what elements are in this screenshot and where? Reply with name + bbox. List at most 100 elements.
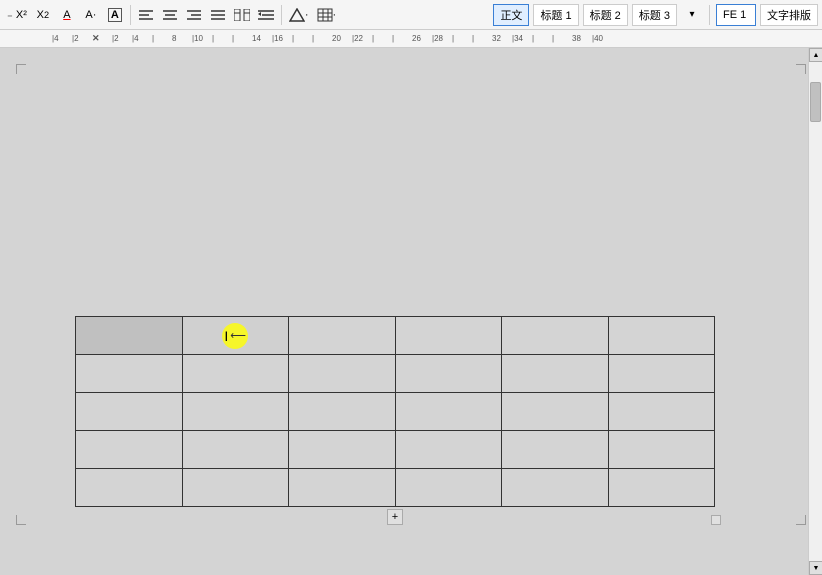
border-shading-btn[interactable]: · (286, 4, 312, 26)
align-center-btn[interactable] (159, 4, 181, 26)
add-row-icon[interactable]: + (387, 509, 403, 525)
table-cell-r5c2[interactable] (182, 469, 289, 507)
table-cell-r5c3[interactable] (289, 469, 396, 507)
table-cell-r5c5[interactable] (502, 469, 609, 507)
table-cell-r2c4[interactable] (395, 355, 502, 393)
table-cell-r4c2[interactable] (182, 431, 289, 469)
table-cell-r4c3[interactable] (289, 431, 396, 469)
vertical-scrollbar[interactable]: ▲ ▼ (808, 48, 822, 575)
table-cell-r3c5[interactable] (502, 393, 609, 431)
corner-top-left (16, 64, 26, 74)
ruler-mark: ✕ (92, 33, 100, 44)
ruler-mark: | (152, 34, 154, 43)
ruler-mark: |4 (52, 34, 59, 43)
table-cell-r1c5[interactable] (502, 317, 609, 355)
scrollbar-thumb[interactable] (810, 82, 821, 122)
ruler-mark: |2 (112, 34, 119, 43)
table-cell-r1c4[interactable] (395, 317, 502, 355)
style-biaoti3[interactable]: 标题 3 (632, 4, 677, 26)
ruler-mark: 8 (172, 34, 176, 43)
style-zhengwen[interactable]: 正文 (493, 4, 529, 26)
table-resize-handle[interactable] (711, 515, 721, 525)
table-cell-r2c1[interactable] (76, 355, 183, 393)
table-cell-r5c1[interactable] (76, 469, 183, 507)
columns-btn[interactable] (231, 4, 253, 26)
ruler-mark: |34 (512, 34, 523, 43)
table-cell-r1c6[interactable] (608, 317, 715, 355)
scrollbar-up-btn[interactable]: ▲ (809, 48, 822, 62)
table-cell-r2c3[interactable] (289, 355, 396, 393)
style-biaoti1[interactable]: 标题 1 (533, 4, 578, 26)
ruler-mark: | (292, 34, 294, 43)
ruler-mark: |2 (72, 34, 79, 43)
table-row (76, 431, 715, 469)
corner-top-right (796, 64, 806, 74)
corner-bottom-left (16, 515, 26, 525)
ruler-marks: |4 |2 ✕ |2 |4 | 8 |10 | | 14 |16 | | 20 … (0, 30, 822, 47)
style-biaoti2[interactable]: 标题 2 (583, 4, 628, 26)
table-cell-r4c6[interactable] (608, 431, 715, 469)
wenzi-paiban-btn[interactable]: 文字排版 (760, 4, 818, 26)
font-color-btn[interactable]: A (56, 4, 78, 26)
table-cell-r3c4[interactable] (395, 393, 502, 431)
ruler-mark: | (532, 34, 534, 43)
table-cell-r2c6[interactable] (608, 355, 715, 393)
table-cell-r4c1[interactable] (76, 431, 183, 469)
ruler-mark: 20 (332, 34, 341, 43)
scrollbar-track (809, 62, 822, 561)
ruler-mark: | (472, 34, 474, 43)
table-row (76, 355, 715, 393)
scrollbar-down-btn[interactable]: ▼ (809, 561, 822, 575)
ruler-mark: 14 (252, 34, 261, 43)
table-cell-r3c2[interactable] (182, 393, 289, 431)
highlight-btn[interactable]: A· (80, 4, 102, 26)
divider3 (709, 5, 710, 25)
align-left-btn[interactable] (135, 4, 157, 26)
table-container: I ⟵ (75, 316, 715, 507)
text-effect-btn[interactable]: A (104, 4, 126, 26)
table-cell-r5c4[interactable] (395, 469, 502, 507)
subscript-superscript-btn[interactable]: ₋ X² (4, 4, 30, 26)
style-dropdown-btn[interactable]: ▾ (681, 4, 703, 26)
document-area: · I ⟵ (0, 48, 822, 575)
cursor-indicator: I ⟵ (219, 325, 251, 347)
table-cell-r5c6[interactable] (608, 469, 715, 507)
ruler-mark: |10 (192, 34, 203, 43)
ruler-mark: | (312, 34, 314, 43)
indent-btn[interactable] (255, 4, 277, 26)
table-cell-r1c1[interactable] (76, 317, 183, 355)
insert-table-btn[interactable]: · (314, 4, 340, 26)
ruler-mark: |4 (132, 34, 139, 43)
table-cell-r3c6[interactable] (608, 393, 715, 431)
table-cell-r3c3[interactable] (289, 393, 396, 431)
divider2 (281, 5, 282, 25)
ruler-mark: |40 (592, 34, 603, 43)
table-cell-r2c5[interactable] (502, 355, 609, 393)
table-row (76, 469, 715, 507)
ruler-mark: 38 (572, 34, 581, 43)
table-cell-r2c2[interactable] (182, 355, 289, 393)
ruler-mark: | (232, 34, 234, 43)
toolbar-left: ₋ X² X2 A A· A (4, 4, 491, 26)
text-cursor: I (224, 328, 228, 344)
table-cell-r4c5[interactable] (502, 431, 609, 469)
ruler-mark: | (392, 34, 394, 43)
table-cell-r1c2[interactable]: I ⟵ (182, 317, 289, 355)
table-row: I ⟵ (76, 317, 715, 355)
ruler-mark: | (452, 34, 454, 43)
corner-bottom-right (796, 515, 806, 525)
add-row-btn[interactable]: + (387, 509, 403, 525)
align-right-btn[interactable] (183, 4, 205, 26)
table-cell-r3c1[interactable] (76, 393, 183, 431)
cursor-arrow: ⟵ (230, 329, 246, 342)
table-cell-r4c4[interactable] (395, 431, 502, 469)
ruler-mark: 32 (492, 34, 501, 43)
justify-btn[interactable] (207, 4, 229, 26)
ruler-mark: |22 (352, 34, 363, 43)
main-table[interactable]: I ⟵ (75, 316, 715, 507)
fe1-box[interactable]: FE 1 (716, 4, 756, 26)
table-cell-r1c3[interactable] (289, 317, 396, 355)
divider1 (130, 5, 131, 25)
ruler-mark: | (212, 34, 214, 43)
subscript-btn[interactable]: X2 (32, 4, 54, 26)
